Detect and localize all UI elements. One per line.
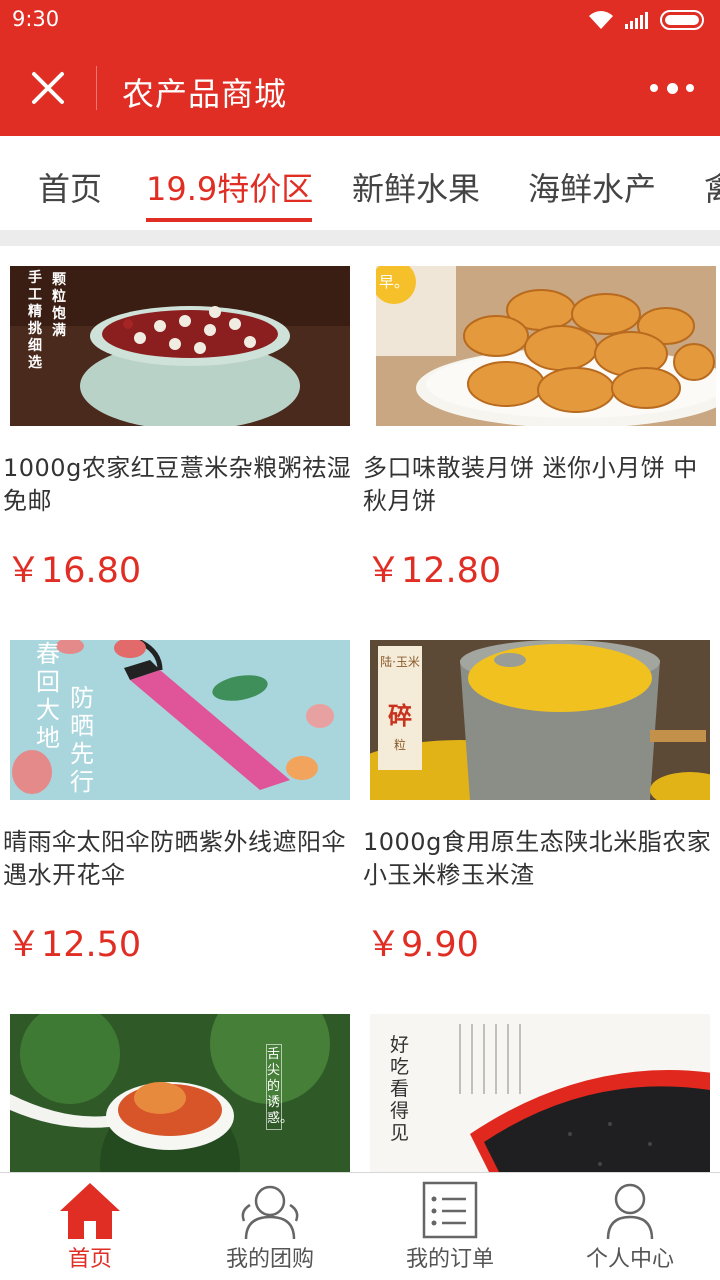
- product-name[interactable]: 1000g食用原生态陕北米脂农家小玉米糁玉米渣: [363, 826, 720, 892]
- title-bar: 农产品商城: [0, 40, 720, 136]
- tab-seafood[interactable]: 海鲜水产: [528, 164, 656, 210]
- product-price: ￥12.80: [366, 551, 502, 591]
- product-image-umbrella[interactable]: 春回大地 防晒先行: [10, 640, 350, 800]
- user-icon: [606, 1183, 654, 1240]
- more-button[interactable]: [650, 76, 694, 100]
- product-price: ￥12.50: [6, 925, 142, 965]
- product-card[interactable]: 舌尖的诱惑。: [0, 994, 360, 1172]
- image-caption: 好吃看得见: [390, 1034, 410, 1144]
- group-icon: [241, 1185, 299, 1240]
- order-list-icon: [422, 1181, 478, 1239]
- nav-home[interactable]: 首页: [0, 1173, 180, 1280]
- product-card[interactable]: 陆·玉米 碎 粒 1000g食用原生态陕北米脂农家小玉米糁玉米渣 ￥9.90: [360, 620, 720, 994]
- tab-fresh-fruit[interactable]: 新鲜水果: [352, 164, 480, 210]
- product-price: ￥16.80: [6, 551, 142, 591]
- image-caption: 手工精挑细选: [28, 270, 42, 371]
- product-image-mooncakes[interactable]: 早。: [376, 266, 716, 426]
- more-dots-icon: [650, 84, 658, 92]
- image-caption: 颗粒饱满: [52, 272, 66, 339]
- image-caption: 春回大地: [36, 640, 60, 752]
- title-divider: [96, 66, 97, 110]
- product-name[interactable]: 1000g农家红豆薏米杂粮粥祛湿免邮: [3, 452, 360, 518]
- product-card[interactable]: 春回大地 防晒先行 晴雨伞太阳伞防晒紫外线遮阳伞遇水开花伞 ￥12.50: [0, 620, 360, 994]
- product-card[interactable]: 好吃看得见: [360, 994, 720, 1172]
- product-image-corn[interactable]: 陆·玉米 碎 粒: [370, 640, 710, 800]
- product-name[interactable]: 多口味散装月饼 迷你小月饼 中秋月饼: [363, 452, 720, 518]
- page-title: 农产品商城: [122, 75, 288, 113]
- image-caption: 防晒先行: [70, 684, 94, 796]
- section-divider: [0, 230, 720, 246]
- status-icons: [588, 8, 708, 32]
- product-card[interactable]: 颗粒饱满 手工精挑细选 1000g农家红豆薏米杂粮粥祛湿免邮 ￥16.80: [0, 246, 360, 620]
- product-grid: 颗粒饱满 手工精挑细选 1000g农家红豆薏米杂粮粥祛湿免邮 ￥16.80 早。…: [0, 246, 720, 1172]
- wifi-icon: [589, 11, 613, 29]
- battery-icon: [660, 10, 704, 30]
- product-image-black-rice[interactable]: 好吃看得见: [370, 1014, 710, 1172]
- status-bar: 9:30: [0, 0, 720, 40]
- image-caption: 陆·玉米: [380, 655, 420, 669]
- nav-label: 我的订单: [405, 1247, 494, 1272]
- image-caption: 粒: [393, 738, 406, 752]
- category-tabs: 首页 19.9特价区 新鲜水果 海鲜水产 禽: [0, 136, 720, 230]
- nav-group-buy[interactable]: 我的团购: [180, 1173, 360, 1280]
- product-image-beans[interactable]: 颗粒饱满 手工精挑细选: [10, 266, 350, 426]
- nav-label: 个人中心: [585, 1247, 674, 1272]
- active-tab-indicator: [146, 218, 312, 222]
- status-time: 9:30: [12, 7, 60, 31]
- close-button[interactable]: [28, 68, 68, 108]
- tab-home[interactable]: 首页: [38, 164, 102, 210]
- nav-orders[interactable]: 我的订单: [360, 1173, 540, 1280]
- product-card[interactable]: 早。 多口味散装月饼 迷你小月饼 中秋月饼 ￥12.80: [360, 246, 720, 620]
- tab-poultry[interactable]: 禽: [704, 164, 720, 210]
- home-icon: [60, 1183, 120, 1239]
- nav-label: 首页: [67, 1247, 112, 1272]
- tab-special-offer[interactable]: 19.9特价区: [146, 164, 313, 210]
- nav-label: 我的团购: [225, 1247, 314, 1272]
- nav-profile[interactable]: 个人中心: [540, 1173, 720, 1280]
- close-icon: [32, 72, 64, 104]
- signal-icon: [625, 12, 648, 29]
- product-price: ￥9.90: [366, 925, 479, 965]
- bottom-nav: 首页 我的团购 我的订单 个人中心: [0, 1172, 720, 1280]
- product-image-sauce[interactable]: 舌尖的诱惑。: [10, 1014, 350, 1172]
- image-caption: 碎: [388, 702, 412, 730]
- image-caption: 舌尖的诱惑。: [266, 1044, 293, 1130]
- product-name[interactable]: 晴雨伞太阳伞防晒紫外线遮阳伞遇水开花伞: [3, 826, 360, 892]
